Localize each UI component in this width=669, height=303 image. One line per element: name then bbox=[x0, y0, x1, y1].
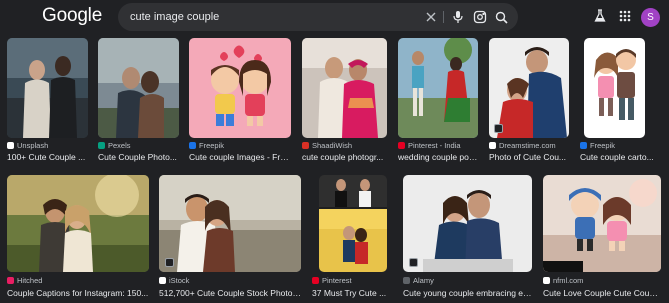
result-title[interactable]: 512,700+ Cute Couple Stock Photos... bbox=[159, 288, 301, 298]
unsplash-favicon bbox=[7, 142, 14, 149]
image-result-card[interactable]: Pinterest - India wedding couple pos... bbox=[398, 38, 478, 163]
apps-grid-icon[interactable] bbox=[617, 8, 633, 24]
image-result-card[interactable]: Hitched Couple Captions for Instagram: 1… bbox=[7, 175, 149, 300]
result-source: Alamy bbox=[403, 276, 532, 285]
search-input[interactable] bbox=[130, 9, 410, 25]
result-thumbnail[interactable] bbox=[189, 38, 291, 138]
account-avatar[interactable]: S bbox=[641, 8, 660, 27]
pinterest-favicon bbox=[398, 142, 405, 149]
search-divider bbox=[443, 11, 444, 23]
result-thumbnail[interactable] bbox=[7, 38, 88, 138]
search-icon[interactable] bbox=[493, 9, 509, 25]
image-result-card[interactable]: Freepik Cute couple carto... bbox=[580, 38, 662, 163]
result-title[interactable]: Photo of Cute Cou... bbox=[489, 152, 569, 162]
image-result-card[interactable]: nfml.com Cute Love Couple Cute Coup... bbox=[543, 175, 661, 300]
result-thumbnail[interactable] bbox=[398, 38, 478, 138]
mic-icon[interactable] bbox=[450, 9, 466, 25]
result-source: ShaadiWish bbox=[302, 141, 387, 150]
image-badge-icon bbox=[409, 258, 418, 267]
result-thumbnail[interactable] bbox=[403, 175, 532, 272]
result-source: Freepik bbox=[580, 141, 662, 150]
freepik-favicon bbox=[189, 142, 196, 149]
result-source: Pinterest bbox=[312, 276, 393, 285]
image-result-card[interactable]: Alamy Cute young couple embracing ea... bbox=[403, 175, 532, 300]
result-thumbnail[interactable] bbox=[159, 175, 301, 272]
result-thumbnail[interactable] bbox=[584, 38, 645, 138]
image-result-card[interactable]: iStock 512,700+ Cute Couple Stock Photos… bbox=[159, 175, 301, 300]
result-source: Dreamstime.com bbox=[489, 141, 569, 150]
freepik-favicon bbox=[580, 142, 587, 149]
result-title[interactable]: Couple Captions for Instagram: 150... bbox=[7, 288, 149, 298]
result-source: Pinterest - India bbox=[398, 141, 478, 150]
shaadiwish-favicon bbox=[302, 142, 309, 149]
pexels-favicon bbox=[98, 142, 105, 149]
image-result-card[interactable]: Pinterest 37 Must Try Cute ... bbox=[312, 175, 393, 300]
result-title[interactable]: cute couple photogr... bbox=[302, 152, 387, 162]
pinterest-favicon bbox=[312, 277, 319, 284]
dreamstime-favicon bbox=[489, 142, 496, 149]
result-source: Hitched bbox=[7, 276, 149, 285]
result-title[interactable]: Cute couple carto... bbox=[580, 152, 662, 162]
image-result-card[interactable]: Dreamstime.com Photo of Cute Cou... bbox=[489, 38, 569, 163]
result-thumbnail[interactable] bbox=[489, 38, 569, 138]
alamy-favicon bbox=[403, 277, 410, 284]
google-logo[interactable]: Google bbox=[42, 5, 102, 27]
result-source: Unsplash bbox=[7, 141, 88, 150]
result-title[interactable]: Cute couple Images - Fre... bbox=[189, 152, 291, 162]
lens-icon[interactable] bbox=[472, 9, 488, 25]
result-source: nfml.com bbox=[543, 276, 661, 285]
result-thumbnail[interactable] bbox=[7, 175, 149, 272]
result-thumbnail[interactable] bbox=[98, 38, 179, 138]
result-title[interactable]: 37 Must Try Cute ... bbox=[312, 288, 393, 298]
image-result-card[interactable]: ShaadiWish cute couple photogr... bbox=[302, 38, 387, 163]
image-result-card[interactable]: Freepik Cute couple Images - Fre... bbox=[189, 38, 291, 163]
result-title[interactable]: Cute Couple Photo... bbox=[98, 152, 179, 162]
search-box[interactable] bbox=[118, 3, 518, 31]
result-source: Freepik bbox=[189, 141, 291, 150]
labs-flask-icon[interactable] bbox=[592, 8, 608, 24]
hitched-favicon bbox=[7, 277, 14, 284]
istock-favicon bbox=[159, 277, 166, 284]
result-title[interactable]: Cute young couple embracing ea... bbox=[403, 288, 532, 298]
result-source: Pexels bbox=[98, 141, 179, 150]
image-badge-icon bbox=[494, 124, 503, 133]
result-source: iStock bbox=[159, 276, 301, 285]
result-title[interactable]: Cute Love Couple Cute Coup... bbox=[543, 288, 661, 298]
clear-icon[interactable] bbox=[423, 9, 439, 25]
image-result-card[interactable]: Pexels Cute Couple Photo... bbox=[98, 38, 179, 163]
image-badge-icon bbox=[165, 258, 174, 267]
result-thumbnail[interactable] bbox=[319, 175, 387, 272]
result-thumbnail[interactable] bbox=[543, 175, 661, 272]
result-thumbnail[interactable] bbox=[302, 38, 387, 138]
result-title[interactable]: 100+ Cute Couple ... bbox=[7, 152, 88, 162]
result-title[interactable]: wedding couple pos... bbox=[398, 152, 478, 162]
header: Google S bbox=[0, 0, 669, 36]
image-result-card[interactable]: Unsplash 100+ Cute Couple ... bbox=[7, 38, 88, 163]
nfml-favicon bbox=[543, 277, 550, 284]
